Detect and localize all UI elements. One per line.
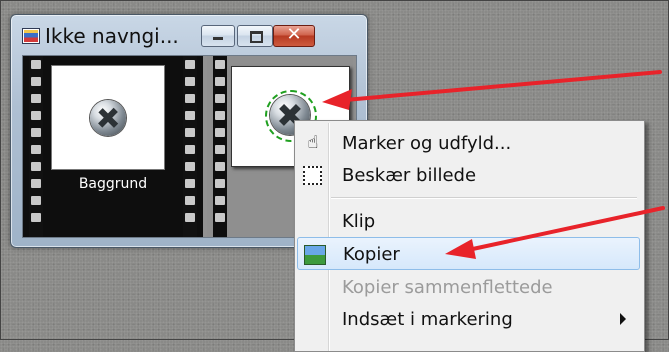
minimize-icon: [213, 37, 223, 40]
close-button[interactable]: ✕: [273, 24, 315, 47]
maximize-button[interactable]: [237, 25, 273, 47]
annotation-arrow-to-selection: [322, 70, 662, 110]
menu-item-label: Marker og udfyld...: [342, 133, 512, 154]
layer-label: Baggrund: [78, 176, 148, 192]
layer-item-background[interactable]: Baggrund: [23, 56, 203, 237]
film-strip-left: [29, 56, 43, 237]
menu-item-cut[interactable]: Klip: [297, 205, 640, 238]
maximize-icon: [250, 31, 263, 43]
screw-image: [90, 100, 126, 136]
minimize-button[interactable]: [201, 25, 235, 47]
menu-separator: [331, 197, 637, 199]
menu-item-label: Indsæt i markering: [342, 309, 513, 330]
menu-item-copy-merged[interactable]: Kopier sammenflettede: [297, 271, 640, 304]
hand-fill-icon: ☝: [307, 132, 319, 153]
app-icon: [22, 28, 40, 44]
film-strip-right: [183, 56, 197, 237]
image-icon: [304, 245, 326, 265]
menu-item-copy[interactable]: Kopier: [297, 237, 640, 270]
layer-thumbnail[interactable]: [51, 65, 165, 170]
menu-item-label: Beskær billede: [342, 165, 477, 186]
menu-item-crop[interactable]: Beskær billede: [297, 159, 640, 192]
submenu-arrow-icon: [620, 313, 626, 325]
menu-item-label: Kopier: [343, 244, 400, 265]
window-title: Ikke navngi...: [45, 24, 179, 48]
close-icon: ✕: [286, 24, 302, 45]
crop-icon: [303, 166, 322, 185]
context-menu: ☝ Marker og udfyld... Beskær billede Kli…: [294, 120, 645, 352]
title-bar[interactable]: Ikke navngi... ✕: [11, 15, 367, 55]
menu-item-label: Klip: [342, 211, 376, 232]
menu-item-label: Kopier sammenflettede: [342, 277, 553, 298]
film-strip-left: [213, 56, 227, 237]
menu-item-select-fill[interactable]: ☝ Marker og udfyld...: [297, 127, 640, 160]
menu-item-paste-into[interactable]: Indsæt i markering: [297, 303, 640, 336]
